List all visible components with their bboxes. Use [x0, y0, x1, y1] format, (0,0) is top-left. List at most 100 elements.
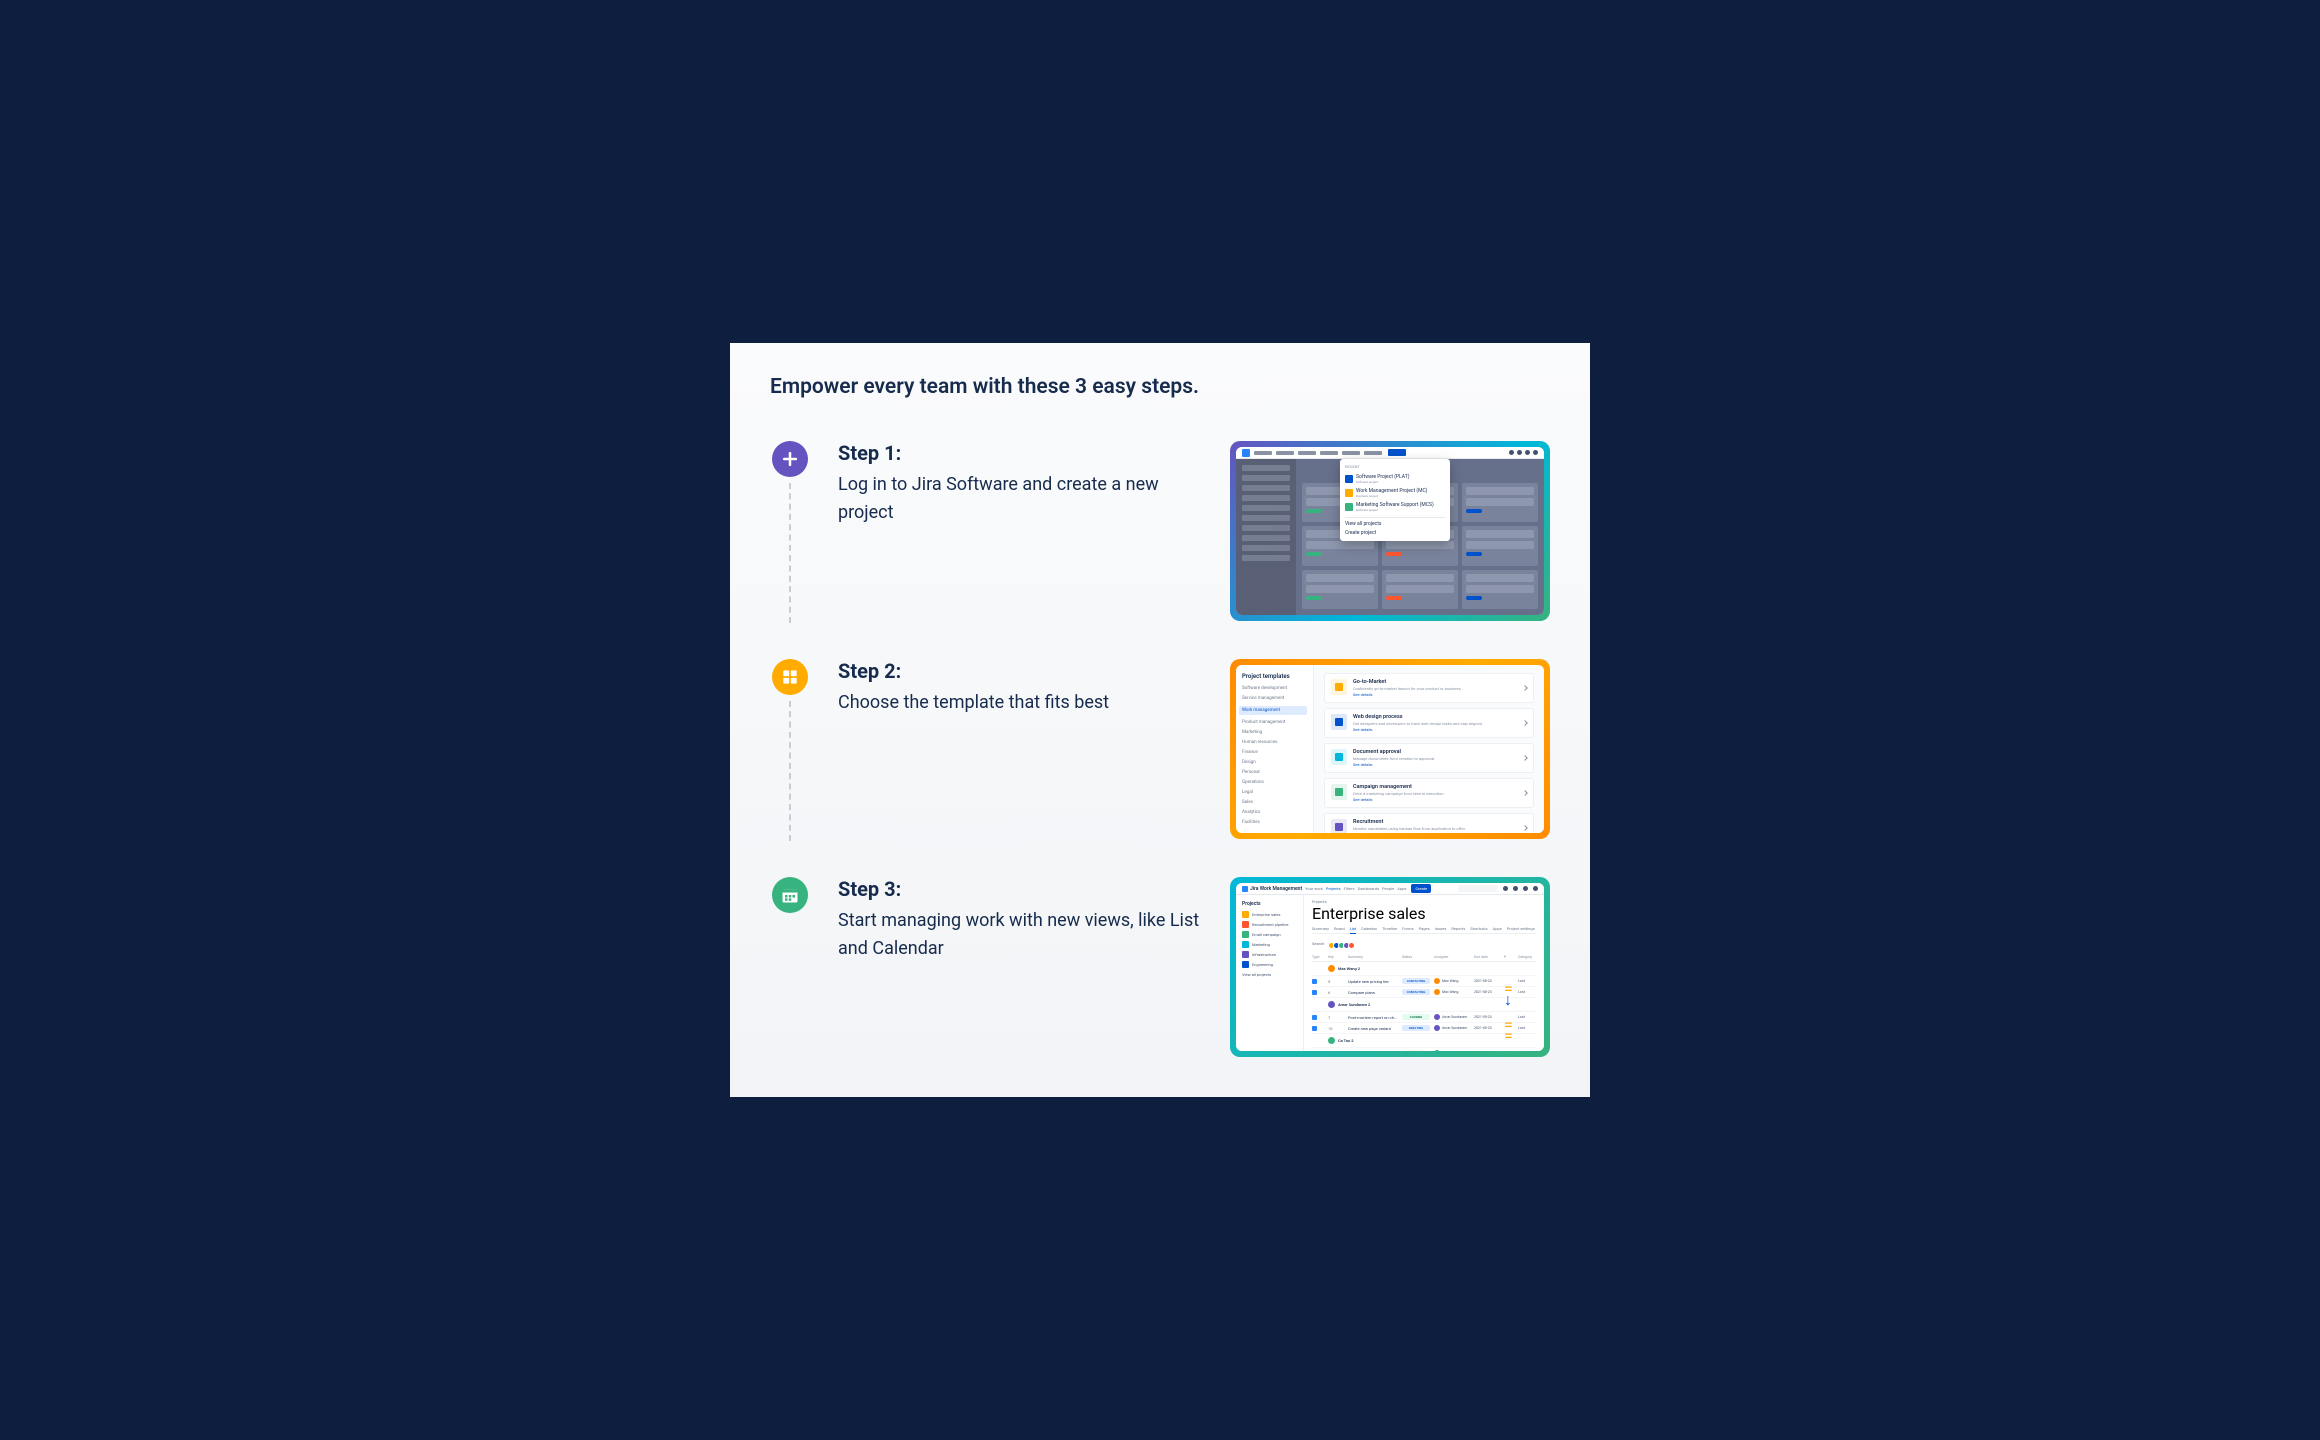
table-row[interactable]: 6Compare plansCONTACTINGMax Wang2021-08-… — [1312, 987, 1536, 998]
sidebar-project[interactable]: Infrastructure — [1242, 951, 1297, 958]
column-header[interactable]: P — [1504, 955, 1514, 959]
column-header[interactable]: Due date — [1474, 955, 1500, 959]
sidebar-project[interactable]: Enterprise sales — [1242, 911, 1297, 918]
tab[interactable]: Forms — [1402, 926, 1413, 931]
project-icon — [1242, 941, 1249, 948]
tab[interactable]: Issues — [1435, 926, 1447, 931]
nav-item[interactable]: Your work — [1305, 886, 1323, 891]
avatar[interactable] — [1348, 942, 1355, 949]
dropdown-item[interactable]: Software Project (PLAT)Software project — [1345, 472, 1445, 486]
topbar-icon[interactable] — [1513, 886, 1518, 891]
column-header[interactable]: Category — [1518, 955, 1536, 959]
step-description: Start managing work with new views, like… — [838, 907, 1202, 963]
sidebar-project[interactable]: Recruitment pipeline — [1242, 921, 1297, 928]
sidebar-project[interactable]: Email campaign — [1242, 931, 1297, 938]
sidebar-item[interactable]: Finance — [1242, 750, 1307, 755]
tab[interactable]: Pages — [1419, 926, 1430, 931]
column-header[interactable]: Type — [1312, 955, 1324, 959]
table-row[interactable]: 10Create new page variantDRAFTINGAmar Su… — [1312, 1023, 1536, 1034]
group-row[interactable]: Max Wang 2 — [1312, 962, 1536, 976]
sidebar-title: Projects — [1242, 901, 1297, 907]
sidebar-item[interactable]: Design — [1242, 760, 1307, 765]
issue-type-icon — [1312, 990, 1317, 995]
template-card[interactable]: RecruitmentMonitor candidates using kanb… — [1324, 813, 1534, 833]
column-header[interactable]: Assignee — [1434, 955, 1470, 959]
sidebar-item[interactable]: Analytics — [1242, 810, 1307, 815]
template-icon — [1331, 679, 1347, 695]
project-icon — [1242, 921, 1249, 928]
view-all-projects[interactable]: View all projects — [1242, 972, 1297, 977]
table-row[interactable]: 15Expand edit handlingTO DOCa Tao2021-07… — [1312, 1048, 1536, 1051]
chevron-right-icon — [1522, 755, 1528, 761]
step: Step 2: Choose the template that fits bes… — [770, 659, 1550, 841]
tab[interactable]: Calendar — [1361, 926, 1377, 931]
priority-icon: ↓ — [1504, 990, 1509, 995]
sidebar-item[interactable]: Facilities — [1242, 820, 1307, 825]
template-card[interactable]: Web design processGet designers and deve… — [1324, 708, 1534, 738]
sidebar-item[interactable]: Marketing — [1242, 730, 1307, 735]
tab[interactable]: Summary — [1312, 926, 1329, 931]
tab[interactable]: Shortcuts — [1470, 926, 1487, 931]
template-link[interactable]: See details — [1353, 832, 1517, 833]
template-link[interactable]: See details — [1353, 797, 1517, 802]
sidebar-item[interactable]: Service management — [1242, 696, 1307, 701]
search-label[interactable]: Search — [1312, 941, 1324, 946]
jira-icon — [1242, 886, 1248, 892]
create-project[interactable]: Create project — [1345, 530, 1445, 536]
tab[interactable]: Reports — [1451, 926, 1465, 931]
sidebar-project[interactable]: Marketing — [1242, 941, 1297, 948]
sidebar-item[interactable]: Human resources — [1242, 740, 1307, 745]
sidebar-item[interactable]: Software development — [1242, 686, 1307, 691]
chevron-right-icon — [1522, 685, 1528, 691]
create-button[interactable]: Create — [1411, 884, 1431, 893]
group-row[interactable]: Amar Sundaram 2 — [1312, 998, 1536, 1012]
sidebar-item[interactable]: Work management — [1239, 706, 1307, 715]
nav-item[interactable]: Projects — [1326, 886, 1341, 891]
avatar — [1328, 1001, 1335, 1008]
topbar-icon[interactable] — [1503, 886, 1508, 891]
sidebar-project[interactable]: Engineering — [1242, 961, 1297, 968]
column-header[interactable]: Key — [1328, 955, 1344, 959]
tab[interactable]: Timeline — [1382, 926, 1397, 931]
tab[interactable]: Apps — [1493, 926, 1502, 931]
tab[interactable]: Project settings — [1507, 926, 1535, 931]
template-link[interactable]: See details — [1353, 692, 1517, 697]
template-card[interactable]: Campaign managementDrive a marketing cam… — [1324, 778, 1534, 808]
priority-icon: = — [1504, 1026, 1509, 1031]
sidebar-item[interactable]: Legal — [1242, 790, 1307, 795]
sidebar-item[interactable]: Sales — [1242, 800, 1307, 805]
search-input[interactable] — [1458, 885, 1498, 892]
table-row[interactable]: 7Post-mortem report on churnCLOSINGAmar … — [1312, 1012, 1536, 1023]
sidebar-item[interactable]: Personal — [1242, 770, 1307, 775]
view-all-projects[interactable]: View all projects — [1345, 521, 1445, 527]
tab[interactable]: List — [1350, 926, 1357, 934]
template-link[interactable]: See details — [1353, 762, 1517, 767]
template-desc: Manage documents from creation to approv… — [1353, 756, 1517, 761]
step-title: Step 2: — [838, 659, 1202, 683]
template-card[interactable]: Document approvalManage documents from c… — [1324, 743, 1534, 773]
dropdown-item[interactable]: Work Management Project (MC)Business pro… — [1345, 486, 1445, 500]
priority-icon: ↑ — [1504, 1051, 1509, 1052]
step-description: Choose the template that fits best — [838, 689, 1202, 717]
table-row[interactable]: 5Update new pricing tierCONTACTINGMax Wa… — [1312, 976, 1536, 987]
nav-item[interactable]: Apps — [1397, 886, 1406, 891]
nav-item[interactable]: People — [1382, 886, 1394, 891]
template-card[interactable]: Go-to-MarketConfidently go-to-market lau… — [1324, 673, 1534, 703]
brand: Jira Work Management — [1242, 886, 1302, 892]
topbar-icon[interactable] — [1533, 886, 1538, 891]
topbar-icon[interactable] — [1523, 886, 1528, 891]
step-title: Step 3: — [838, 877, 1202, 901]
sidebar-item[interactable]: Product management — [1242, 720, 1307, 725]
status-badge: DRAFTING — [1402, 1025, 1430, 1031]
group-row[interactable]: Ca Tao 2 — [1312, 1034, 1536, 1048]
column-header[interactable]: Summary — [1348, 955, 1398, 959]
projects-dropdown[interactable]: RECENTSoftware Project (PLAT)Software pr… — [1340, 459, 1450, 541]
template-link[interactable]: See details — [1353, 727, 1517, 732]
nav-item[interactable]: Filters — [1344, 886, 1355, 891]
dropdown-item[interactable]: Marketing Software Support (MCS)Software… — [1345, 500, 1445, 514]
template-icon — [1331, 819, 1347, 833]
sidebar-item[interactable]: Operations — [1242, 780, 1307, 785]
nav-item[interactable]: Dashboards — [1358, 886, 1379, 891]
column-header[interactable]: Status — [1402, 955, 1430, 959]
tab[interactable]: Board — [1334, 926, 1345, 931]
